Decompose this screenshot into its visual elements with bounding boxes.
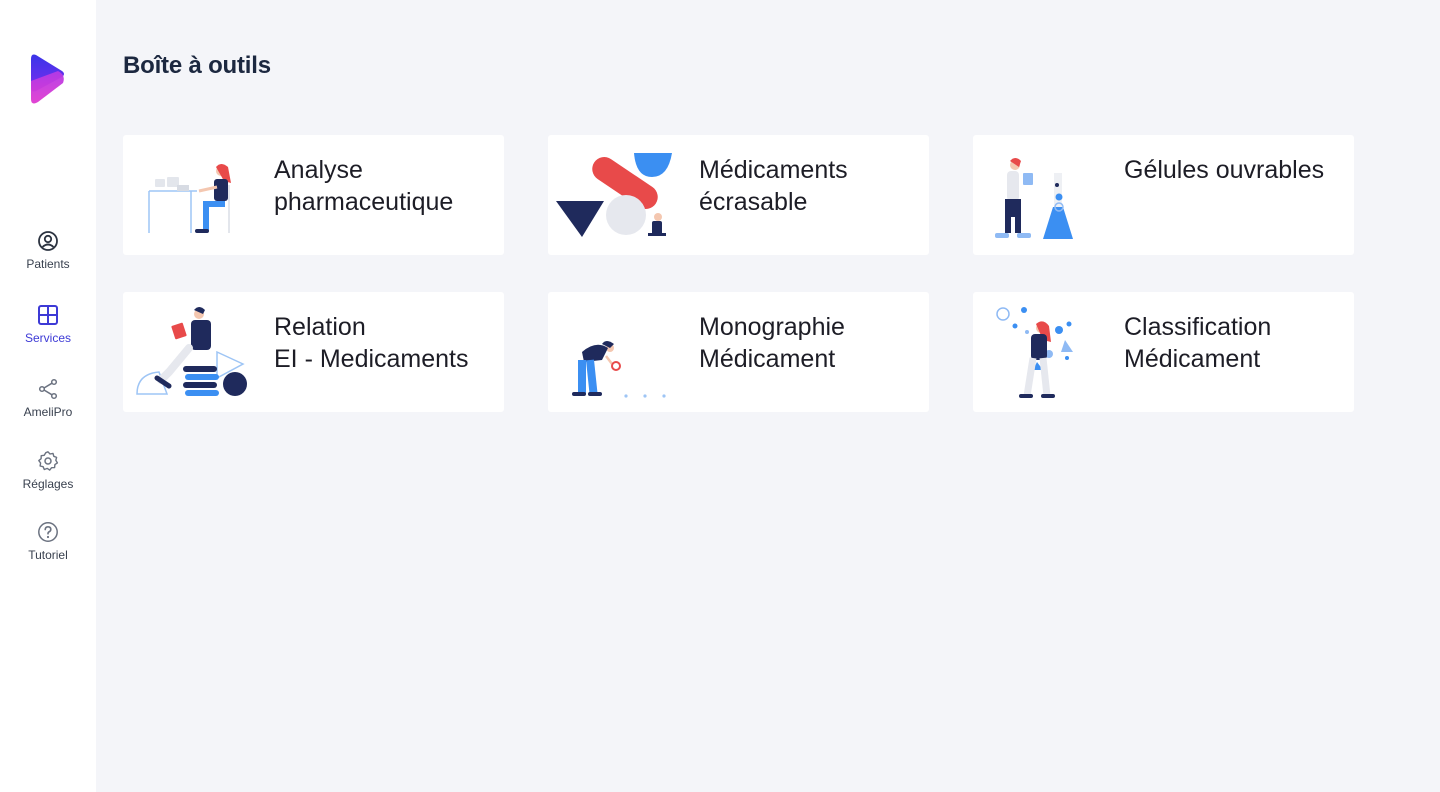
card-label-line-1: Analyse bbox=[274, 156, 363, 184]
sidebar-item-label: Tutoriel bbox=[28, 548, 68, 562]
magnifier-person-illustration bbox=[556, 300, 676, 404]
card-medicaments-ecrasable[interactable]: Médicaments écrasable bbox=[548, 135, 929, 255]
card-label-line-1: Relation bbox=[274, 313, 366, 341]
sidebar-item-amelipro[interactable]: AmeliPro bbox=[0, 378, 96, 428]
user-circle-icon bbox=[37, 230, 59, 252]
share-icon bbox=[37, 378, 59, 400]
card-label-line-2: pharmaceutique bbox=[274, 188, 454, 216]
pill-shapes-illustration bbox=[556, 143, 676, 247]
card-monographie-medicament[interactable]: Monographie Médicament bbox=[548, 292, 929, 412]
card-label: Classification Médicament bbox=[1124, 311, 1346, 375]
sidebar-item-label: Réglages bbox=[22, 477, 74, 491]
card-classification-medicament[interactable]: Classification Médicament bbox=[973, 292, 1354, 412]
card-label-line-2: EI - Medicaments bbox=[274, 345, 469, 373]
card-gelules-ouvrables[interactable]: Gélules ouvrables bbox=[973, 135, 1354, 255]
sidebar-item-label: Services bbox=[24, 331, 71, 345]
brand-logo[interactable] bbox=[30, 53, 66, 105]
card-label: Relation EI - Medicaments bbox=[274, 311, 496, 375]
sidebar-item-patients[interactable]: Patients bbox=[0, 230, 96, 280]
card-label-line-2: écrasable bbox=[699, 188, 808, 216]
person-at-desk-illustration bbox=[131, 143, 251, 247]
card-label: Analyse pharmaceutique bbox=[274, 154, 496, 218]
card-label: Gélules ouvrables bbox=[1124, 154, 1346, 186]
page-title: Boîte à outils bbox=[123, 52, 271, 79]
gear-icon bbox=[37, 450, 59, 472]
sidebar-item-reglages[interactable]: Réglages bbox=[0, 450, 96, 500]
card-analyse-pharmaceutique[interactable]: Analyse pharmaceutique bbox=[123, 135, 504, 255]
lab-flask-illustration bbox=[981, 143, 1101, 247]
card-label-line-1: Médicaments bbox=[699, 156, 848, 184]
sidebar-item-tutoriel[interactable]: Tutoriel bbox=[0, 521, 96, 571]
sidebar-item-label: Patients bbox=[26, 257, 70, 271]
card-label-line-2: Médicament bbox=[699, 345, 836, 373]
sidebar: Patients Services AmeliPro Réglages Tuto… bbox=[0, 0, 96, 792]
sidebar-item-services[interactable]: Services bbox=[0, 304, 96, 354]
grid-icon bbox=[37, 304, 59, 326]
sidebar-item-label: AmeliPro bbox=[23, 405, 73, 419]
card-label: Médicaments écrasable bbox=[699, 154, 921, 218]
card-relation-ei-medicaments[interactable]: Relation EI - Medicaments bbox=[123, 292, 504, 412]
card-label-line-1: Classification bbox=[1124, 313, 1272, 341]
help-circle-icon bbox=[37, 521, 59, 543]
card-label: Monographie Médicament bbox=[699, 311, 921, 375]
reader-on-books-illustration bbox=[131, 300, 251, 404]
card-label-line-1: Monographie bbox=[699, 313, 845, 341]
card-label-line-1: Gélules ouvrables bbox=[1124, 156, 1325, 184]
molecules-person-illustration bbox=[981, 300, 1101, 404]
card-label-line-2: Médicament bbox=[1124, 345, 1261, 373]
